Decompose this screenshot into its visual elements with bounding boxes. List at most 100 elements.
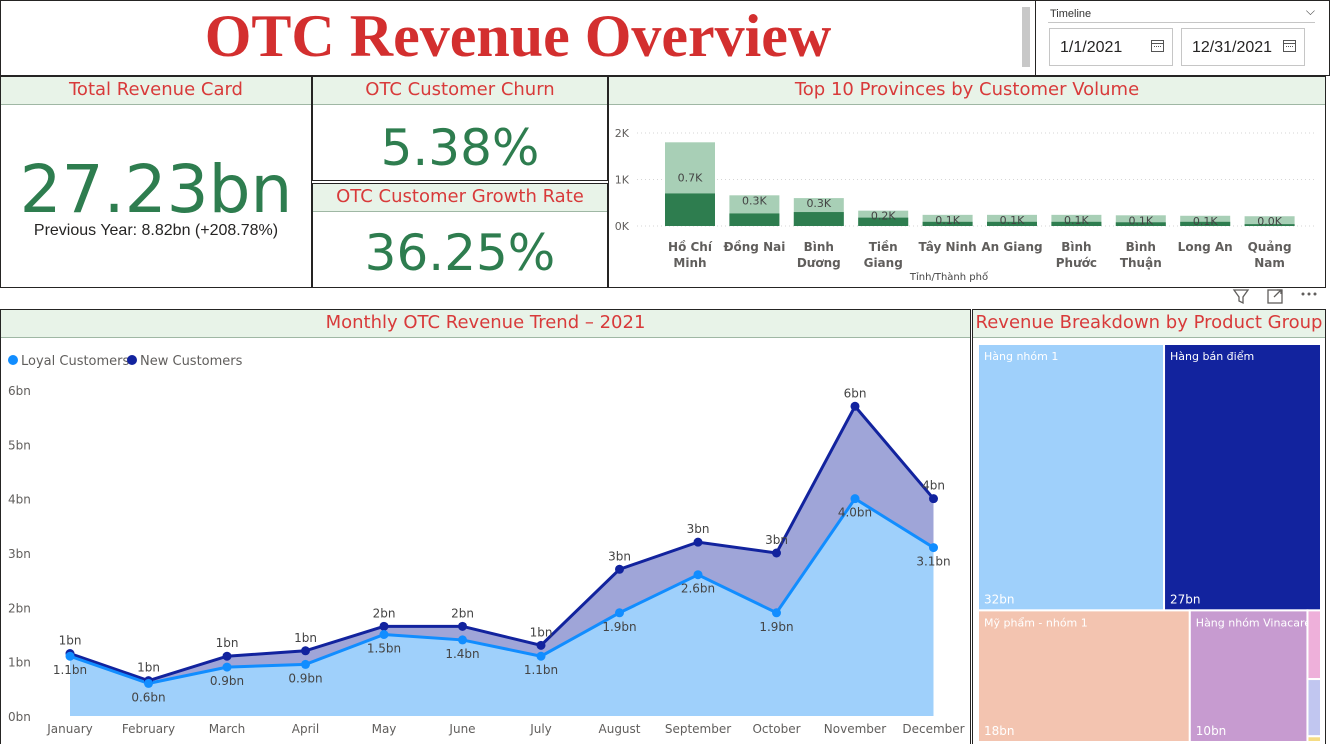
y-tick-label: 0K bbox=[615, 220, 630, 233]
point-loyal-customers bbox=[615, 608, 624, 618]
start-date-field[interactable]: 1/1/2021 bbox=[1049, 28, 1173, 66]
point-new-customers bbox=[222, 651, 232, 661]
churn-card[interactable]: OTC Customer Churn 5.38% bbox=[312, 76, 608, 181]
filter-icon[interactable] bbox=[1232, 289, 1250, 305]
x-tick-label: Bình bbox=[1061, 240, 1091, 254]
point-new-customers bbox=[458, 621, 467, 631]
x-tick-label: Giang bbox=[864, 256, 903, 270]
x-tick-label: October bbox=[752, 722, 800, 736]
point-new-customers bbox=[301, 646, 310, 656]
x-tick-label: Bình bbox=[1126, 240, 1156, 254]
point-loyal-customers bbox=[850, 494, 860, 504]
data-label: 0.2K bbox=[871, 210, 896, 223]
data-label-loyal: 3.1bn bbox=[916, 555, 950, 569]
product-group-treemap[interactable]: Hàng nhóm 1 32bn Hàng bán điểm 27bn Mỹ phẩm … bbox=[973, 338, 1325, 743]
data-label: 0.3K bbox=[742, 194, 767, 207]
bar-segment bbox=[665, 193, 715, 226]
point-loyal-customers bbox=[222, 662, 232, 672]
y-tick-label: 6bn bbox=[8, 384, 31, 398]
y-tick-label: 1bn bbox=[8, 656, 31, 670]
point-loyal-customers bbox=[65, 651, 75, 661]
provinces-chart-card[interactable]: Top 10 Provinces by Customer Volume 0K 1K… bbox=[608, 76, 1326, 288]
x-tick-label: January bbox=[46, 722, 93, 736]
previous-year-text: Previous Year: 8.82bn (+208.78%) bbox=[33, 222, 279, 239]
x-tick-label: Quảng bbox=[1248, 240, 1292, 254]
chart-title: Monthly OTC Revenue Trend – 2021 bbox=[1, 310, 970, 338]
treemap-category-label: Mỹ phẩm - nhóm 1 bbox=[984, 616, 1088, 629]
total-revenue-card[interactable]: Total Revenue Card 27.23bn Previous Year… bbox=[0, 76, 312, 288]
scrollbar[interactable] bbox=[1022, 7, 1030, 67]
data-label-new: 2bn bbox=[451, 606, 474, 620]
data-label-new: 6bn bbox=[844, 386, 867, 400]
title-panel: OTC Revenue Overview bbox=[0, 0, 1036, 76]
calendar-icon[interactable] bbox=[1283, 40, 1296, 52]
slicer-label: Timeline bbox=[1050, 8, 1092, 20]
y-tick-label: 2bn bbox=[8, 601, 31, 615]
data-label: 0.1K bbox=[935, 214, 960, 227]
data-label-new: 1bn bbox=[137, 661, 160, 675]
data-label: 0.1K bbox=[1128, 214, 1153, 227]
data-label-new: 4bn bbox=[922, 479, 945, 493]
product-group-card[interactable]: Revenue Breakdown by Product Group Hàng … bbox=[972, 309, 1326, 744]
treemap-value-label: 10bn bbox=[1196, 724, 1227, 738]
treemap-category-label: Hàng bán điểm bbox=[1170, 350, 1254, 363]
x-tick-label: March bbox=[209, 722, 246, 736]
data-label-new: 1bn bbox=[530, 625, 553, 639]
x-tick-label: Minh bbox=[673, 256, 706, 270]
x-tick-label: July bbox=[529, 722, 552, 736]
end-date-field[interactable]: 12/31/2021 bbox=[1181, 28, 1305, 66]
x-tick-label: June bbox=[448, 722, 475, 736]
y-tick-label: 4bn bbox=[8, 493, 31, 507]
chart-title: Revenue Breakdown by Product Group bbox=[973, 310, 1325, 338]
data-label: 0.7K bbox=[678, 171, 703, 184]
card-title: Total Revenue Card bbox=[1, 77, 311, 105]
more-options-icon[interactable] bbox=[1301, 292, 1317, 296]
treemap-tile bbox=[1306, 678, 1322, 738]
data-label-loyal: 0.9bn bbox=[210, 674, 244, 688]
treemap-value-label: 18bn bbox=[984, 724, 1015, 738]
chevron-down-icon[interactable]: ⌵ bbox=[1306, 4, 1315, 19]
data-label-loyal: 0.9bn bbox=[288, 671, 322, 685]
x-tick-label: December bbox=[902, 722, 964, 736]
data-label-new: 1bn bbox=[294, 631, 317, 645]
growth-card[interactable]: OTC Customer Growth Rate 36.25% bbox=[312, 183, 608, 288]
x-tick-label: August bbox=[599, 722, 641, 736]
x-tick-label: November bbox=[824, 722, 886, 736]
x-tick-label: Tây Ninh bbox=[918, 240, 976, 254]
data-label: 0.1K bbox=[1000, 214, 1025, 227]
total-revenue-value: 27.23bn bbox=[19, 151, 293, 228]
point-loyal-customers bbox=[772, 608, 781, 618]
provinces-bar-chart[interactable]: 0K 1K 2K 0.7K Hồ Chí Minh 0.3K Đồng Nai 0.3K Bình… bbox=[609, 105, 1325, 287]
data-label-new: 3bn bbox=[687, 522, 710, 536]
legend-label-loyal: Loyal Customers bbox=[21, 354, 130, 369]
x-tick-label: Nam bbox=[1254, 256, 1285, 270]
y-tick-label: 5bn bbox=[8, 438, 31, 452]
y-tick-label: 2K bbox=[615, 127, 630, 140]
x-axis-label: Tỉnh/Thành phố bbox=[909, 271, 988, 283]
x-tick-label: April bbox=[292, 722, 319, 736]
monthly-trend-card[interactable]: Monthly OTC Revenue Trend – 2021 0bn 1bn 2… bbox=[0, 309, 971, 744]
monthly-trend-chart[interactable]: 0bn 1bn 2bn 3bn 4bn 5bn 6bn Loyal Customers New … bbox=[1, 338, 970, 743]
data-label-new: 2bn bbox=[373, 606, 396, 620]
bar-segment bbox=[729, 213, 780, 226]
x-tick-label: Tiền bbox=[869, 240, 898, 254]
legend-marker-loyal bbox=[8, 355, 18, 365]
data-label-new: 3bn bbox=[608, 549, 631, 563]
legend-label-new: New Customers bbox=[140, 354, 243, 369]
point-loyal-customers bbox=[301, 659, 310, 669]
treemap-value-label: 27bn bbox=[1170, 592, 1201, 606]
x-tick-label: Bình bbox=[804, 240, 834, 254]
y-tick-label: 3bn bbox=[8, 547, 31, 561]
timeline-slicer[interactable]: Timeline ⌵ 1/1/2021 12/31/2021 bbox=[1036, 0, 1330, 76]
start-date-value: 1/1/2021 bbox=[1060, 39, 1123, 56]
x-tick-label: September bbox=[665, 722, 731, 736]
x-tick-label: An Giang bbox=[981, 240, 1042, 254]
y-tick-label: 0bn bbox=[8, 710, 31, 724]
focus-mode-icon[interactable] bbox=[1267, 289, 1283, 304]
x-tick-label: May bbox=[372, 722, 397, 736]
treemap-tile bbox=[977, 343, 1166, 612]
point-new-customers bbox=[693, 537, 703, 547]
calendar-icon[interactable] bbox=[1151, 40, 1164, 52]
x-tick-label: Long An bbox=[1178, 240, 1233, 254]
point-loyal-customers bbox=[379, 630, 389, 639]
